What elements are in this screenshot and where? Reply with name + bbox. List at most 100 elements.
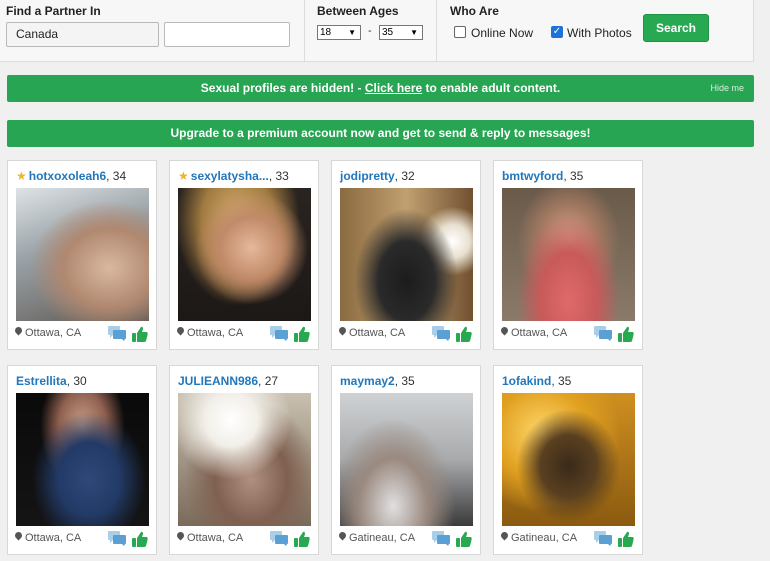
profile-username[interactable]: hotxoxoleah6 [29,169,106,183]
profile-card[interactable]: ★ hotxoxoleah6, 34 Ottawa, CA [7,160,157,350]
chat-bubbles-icon[interactable] [270,326,288,341]
chat-bubbles-icon[interactable] [432,326,450,341]
profile-photo[interactable] [178,188,311,321]
partner-location-label: Find a Partner In [6,4,101,18]
profile-card[interactable]: JULIEANN986, 27 Ottawa, CA [169,365,319,555]
profile-location-text: Ottawa, CA [511,327,568,339]
chat-bubbles-icon[interactable] [432,531,450,546]
profile-username[interactable]: maymay2 [340,374,395,388]
profile-card[interactable]: bmtwyford, 35 Ottawa, CA [493,160,643,350]
thumbs-up-icon[interactable] [294,326,310,342]
age-min-select[interactable]: 18 ▼ [317,25,361,40]
profile-card[interactable]: 1ofakind, 35 Gatineau, CA [493,365,643,555]
chat-bubbles-icon[interactable] [270,531,288,546]
map-pin-icon [501,532,508,542]
checkmark-icon: ✓ [552,26,562,37]
profile-card[interactable]: maymay2, 35 Gatineau, CA [331,365,481,555]
profile-name-row: maymay2, 35 [340,374,415,388]
profile-photo[interactable] [178,393,311,526]
profile-username[interactable]: bmtwyford [502,169,563,183]
profile-card[interactable]: Estrellita, 30 Ottawa, CA [7,365,157,555]
profile-name-row: jodipretty, 32 [340,169,415,183]
search-button[interactable]: Search [643,14,709,42]
chat-bubbles-icon[interactable] [108,531,126,546]
profile-name-row: ★ hotxoxoleah6, 34 [16,169,126,183]
profile-age: , 34 [106,169,127,183]
online-now-checkbox[interactable] [454,26,466,38]
profile-location: Ottawa, CA [15,327,81,339]
with-photos-checkbox[interactable]: ✓ [551,26,563,38]
adult-banner-text-before: Sexual profiles are hidden! - [200,81,365,95]
star-icon: ★ [16,169,27,183]
map-pin-icon [339,327,346,337]
search-panel: Find a Partner In Canada Between Ages 18… [0,0,754,62]
map-pin-icon [177,532,184,542]
age-range-section: Between Ages 18 ▼ - 35 ▼ [305,0,436,61]
profile-photo[interactable] [16,188,149,321]
chat-bubbles-icon[interactable] [108,326,126,341]
profile-age: , 27 [258,374,279,388]
thumbs-up-icon[interactable] [456,326,472,342]
partner-location-section: Find a Partner In Canada [0,0,304,61]
profile-name-row: JULIEANN986, 27 [178,374,278,388]
map-pin-icon [15,327,22,337]
profile-age: , 30 [66,374,87,388]
profile-username[interactable]: 1ofakind [502,374,551,388]
profile-username[interactable]: JULIEANN986 [178,374,258,388]
online-now-label[interactable]: Online Now [471,26,533,40]
chevron-down-icon: ▼ [410,28,418,37]
profile-name-row: 1ofakind, 35 [502,374,571,388]
profile-location: Ottawa, CA [177,327,243,339]
age-separator: - [368,25,372,37]
hide-banner-link[interactable]: Hide me [710,75,744,102]
map-pin-icon [15,532,22,542]
profile-username[interactable]: Estrellita [16,374,67,388]
star-icon: ★ [178,169,189,183]
enable-adult-link[interactable]: Click here [365,81,422,95]
thumbs-up-icon[interactable] [618,531,634,547]
profile-age: , 35 [394,374,415,388]
thumbs-up-icon[interactable] [294,531,310,547]
profile-username[interactable]: jodipretty [340,169,395,183]
with-photos-label[interactable]: With Photos [567,26,632,40]
profile-name-row: bmtwyford, 35 [502,169,583,183]
profile-username[interactable]: sexylatysha... [191,169,269,183]
profile-location: Ottawa, CA [501,327,567,339]
profile-photo[interactable] [16,393,149,526]
city-input[interactable] [164,22,290,47]
thumbs-up-icon[interactable] [132,531,148,547]
chevron-down-icon: ▼ [348,28,356,37]
upgrade-banner-text: Upgrade to a premium account now and get… [170,126,591,140]
profile-photo[interactable] [502,393,635,526]
profile-location-text: Ottawa, CA [349,327,406,339]
profile-location: Ottawa, CA [177,532,243,544]
adult-banner-text-after: to enable adult content. [422,81,561,95]
profile-card[interactable]: ★ sexylatysha..., 33 Ottawa, CA [169,160,319,350]
profile-age: , 32 [394,169,415,183]
age-range-label: Between Ages [317,4,399,18]
map-pin-icon [501,327,508,337]
chat-bubbles-icon[interactable] [594,326,612,341]
profile-age: , 33 [268,169,289,183]
profile-location-text: Ottawa, CA [187,532,244,544]
chat-bubbles-icon[interactable] [594,531,612,546]
profile-photo[interactable] [340,393,473,526]
profile-name-row: ★ sexylatysha..., 33 [178,169,289,183]
profile-location-text: Ottawa, CA [25,327,82,339]
age-max-select[interactable]: 35 ▼ [379,25,423,40]
age-min-value: 18 [320,27,332,38]
thumbs-up-icon[interactable] [132,326,148,342]
map-pin-icon [177,327,184,337]
profile-location: Gatineau, CA [339,532,415,544]
profile-card[interactable]: jodipretty, 32 Ottawa, CA [331,160,481,350]
profile-photo[interactable] [502,188,635,321]
country-input[interactable]: Canada [6,22,159,47]
upgrade-banner[interactable]: Upgrade to a premium account now and get… [7,120,754,147]
profile-location: Ottawa, CA [339,327,405,339]
thumbs-up-icon[interactable] [618,326,634,342]
profile-name-row: Estrellita, 30 [16,374,87,388]
profile-location-text: Gatineau, CA [511,532,578,544]
who-are-label: Who Are [450,4,499,18]
thumbs-up-icon[interactable] [456,531,472,547]
profile-photo[interactable] [340,188,473,321]
